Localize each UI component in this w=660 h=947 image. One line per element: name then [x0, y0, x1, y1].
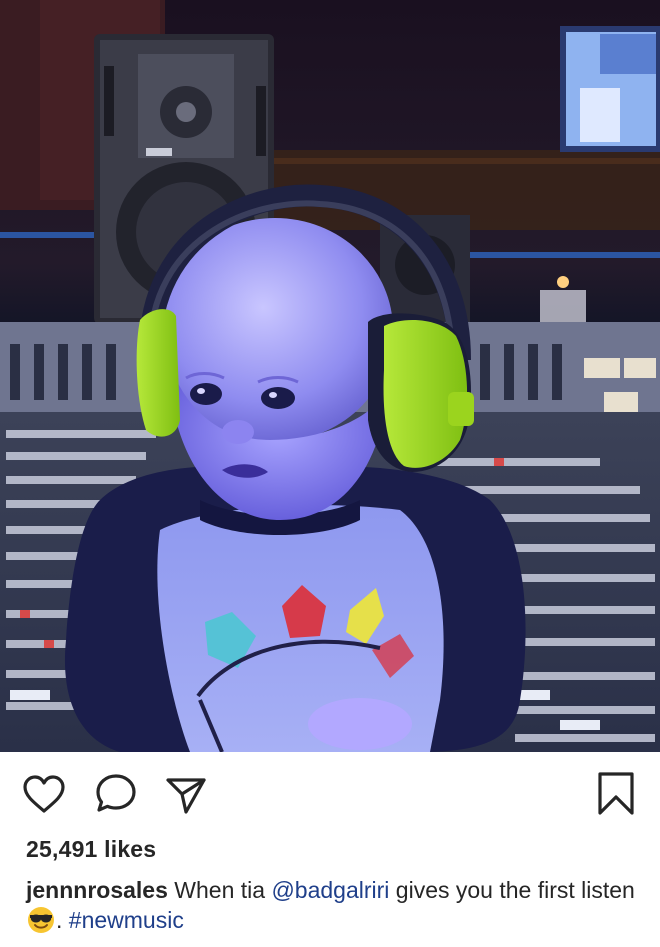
- post-photo[interactable]: [0, 0, 660, 752]
- heart-icon: [23, 775, 65, 813]
- smiling-face-with-sunglasses-icon: [28, 907, 54, 933]
- save-button[interactable]: [590, 766, 642, 822]
- caption-text-before-mention: When tia: [174, 877, 266, 903]
- caption-username[interactable]: jennnrosales: [26, 877, 168, 903]
- caption-mention-link[interactable]: @badgalriri: [271, 877, 389, 903]
- instagram-post: 25,491 likes jennnrosales When tia @badg…: [0, 0, 660, 947]
- post-caption: jennnrosales When tia @badgalriri gives …: [26, 875, 640, 935]
- likes-count[interactable]: 25,491 likes: [26, 836, 156, 863]
- action-bar: [0, 766, 660, 826]
- comment-icon: [96, 774, 136, 812]
- baby-in-studio-illustration: [0, 0, 660, 752]
- share-button[interactable]: [160, 766, 212, 822]
- comment-button[interactable]: [90, 766, 142, 822]
- send-icon: [166, 778, 206, 814]
- bookmark-icon: [598, 772, 634, 815]
- caption-text-after-mention: gives you the first listen: [395, 877, 635, 903]
- caption-punctuation: .: [56, 907, 63, 933]
- caption-hashtag-link[interactable]: #newmusic: [69, 907, 184, 933]
- like-button[interactable]: [18, 766, 70, 822]
